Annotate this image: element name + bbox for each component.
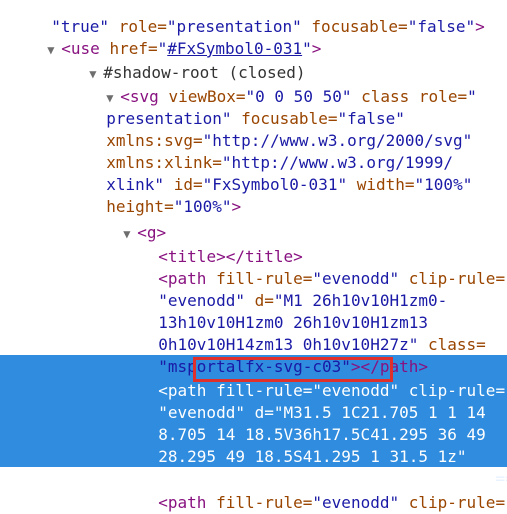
tag-name: path: [167, 493, 207, 512]
dom-node-path[interactable]: <path fill-rule="evenodd" clip-rule=: [139, 246, 505, 288]
tag-bracket: >: [231, 197, 242, 216]
tag-bracket: >: [311, 39, 322, 58]
dom-line-svg-cont: xlink" id="FxSymbol0-031" width="100%": [87, 152, 472, 194]
dom-line-svg-cont: presentation" focusable="false": [87, 86, 405, 128]
attr-value: "100%": [173, 197, 232, 216]
dom-line-path-cont: 8.705 14 18.5V36h17.5C41.295 36 49: [139, 402, 486, 444]
dom-line-path-cont: "evenodd" d="M1 26h10v10H1zm0-: [139, 268, 447, 310]
attr-name: width=: [347, 175, 415, 194]
expand-triangle-icon[interactable]: ▼: [47, 39, 61, 61]
dom-line-path-cont: class="msportalfx-svg-c19"></path> ==: [139, 446, 507, 488]
highlight-annotation-box: [193, 357, 393, 382]
dom-line-svg-cont: height="100%">: [87, 174, 241, 216]
tag-bracket: >: [475, 17, 485, 36]
dom-line-path-cont: 28.295 49 18.5S41.295 1 31.5 1z": [139, 424, 466, 466]
dom-line-svg-cont: xmlns:svg="http://www.w3.org/2000/svg": [87, 108, 472, 150]
expand-triangle-icon[interactable]: ▼: [123, 223, 137, 245]
dom-node-svg[interactable]: ▼ <svg viewBox="0 0 50 50" class role=": [87, 64, 476, 106]
attr-name: role=: [409, 87, 468, 106]
attr-name: class=: [418, 335, 486, 354]
attr-value: "false": [407, 17, 476, 36]
dom-line-path-cont: "evenodd" d="M31.5 1C21.705 1 1 14: [139, 380, 486, 422]
dom-line-path-cont: 13h10v10H1zm0 26h10v10H1zm13: [139, 290, 428, 332]
attr-name: fill-rule=: [206, 493, 313, 512]
attr-value: "evenodd": [312, 493, 400, 512]
dom-node-g[interactable]: ▼ <g>: [104, 200, 166, 242]
dom-node-use[interactable]: ▼ <use href="#FxSymbol0-031">: [28, 16, 321, 58]
dom-line-path-cont: 0h10v10H14zm13 0h10v10H27z" class=: [139, 312, 486, 354]
dom-node-shadow-root[interactable]: ▼ #shadow-root (closed): [70, 40, 305, 82]
dom-node-path[interactable]: <path fill-rule="evenodd" clip-rule=: [139, 470, 505, 512]
dom-line-svg-cont: xmlns:xlink="http://www.w3.org/1999/: [87, 130, 453, 172]
dom-node-title[interactable]: <title></title>: [139, 224, 303, 266]
attr-value: ": [467, 87, 477, 106]
dom-line-attrs[interactable]: "true" role="presentation" focusable="fa…: [32, 0, 485, 36]
dom-line-path-cont: "msportalfx-svg-c03"></path>: [139, 334, 428, 376]
attr-name: clip-rule=: [399, 493, 506, 512]
tag-bracket: <: [158, 493, 168, 512]
attr-value: "100%": [414, 175, 473, 194]
